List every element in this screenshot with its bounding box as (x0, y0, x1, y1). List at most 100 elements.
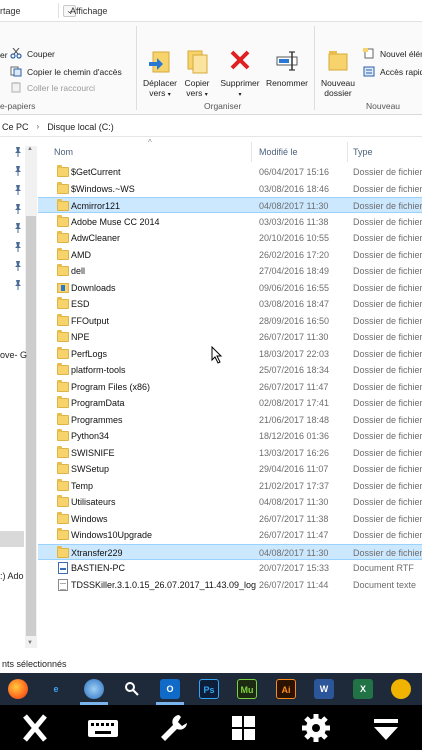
file-row[interactable]: Program Files (x86) 26/07/2017 11:47 Dossi… (38, 379, 422, 395)
file-type: Dossier de fichiers (353, 299, 422, 309)
windows-logo-icon[interactable] (225, 712, 261, 744)
nav-item-truncated-a[interactable]: ove- G (0, 350, 27, 360)
minimize-down-icon[interactable] (368, 712, 404, 744)
keyboard-icon[interactable] (85, 712, 121, 744)
file-name: SWSetup (71, 464, 110, 474)
column-name[interactable]: Nom (54, 147, 73, 157)
rtf-document-icon (58, 562, 68, 574)
muse-icon[interactable]: Mu (237, 679, 257, 699)
paste-shortcut-button[interactable]: Coller le raccourci (10, 82, 95, 93)
scroll-down-arrow-icon[interactable]: ▼ (27, 640, 33, 646)
warning-app-icon[interactable] (391, 679, 411, 699)
file-type: Dossier de fichiers (353, 381, 422, 392)
breadcrumb-chevron-icon[interactable]: › (37, 122, 40, 131)
breadcrumb-this-pc[interactable]: Ce PC (2, 122, 29, 132)
file-modified-date: 26/02/2016 17:20 (259, 249, 330, 260)
nav-item-truncated-b[interactable]: :) Ado (0, 571, 24, 581)
file-row[interactable]: $Windows.~WS 03/08/2016 18:46 Dossier de f… (38, 181, 422, 197)
file-row[interactable]: Adobe Muse CC 2014 03/03/2016 11:38 Dossie… (38, 214, 422, 230)
pin-icon[interactable] (14, 242, 22, 252)
magnifier-icon[interactable] (122, 679, 142, 699)
delete-x-icon (227, 48, 253, 74)
file-row[interactable]: $GetCurrent 06/04/2017 15:16 Dossier de fi… (38, 164, 422, 180)
globe-app-icon[interactable] (84, 679, 104, 699)
folder-icon (57, 462, 69, 474)
pin-icon[interactable] (14, 204, 22, 214)
column-divider[interactable] (251, 142, 252, 162)
file-row[interactable]: Python34 18/12/2016 01:36 Dossier de fichi… (38, 428, 422, 444)
delete-button[interactable]: Supprimer ▾ (218, 48, 262, 100)
pin-icon[interactable] (14, 261, 22, 271)
new-item-button[interactable]: Nouvel élém (363, 48, 422, 59)
column-modified[interactable]: Modifié le (259, 147, 298, 157)
file-row[interactable]: Downloads 09/06/2016 16:55 Dossier de fich… (38, 280, 422, 296)
file-row[interactable]: Programmes 21/06/2017 18:48 Dossier de fic… (38, 412, 422, 428)
easy-access-button[interactable]: Accès rapid (363, 66, 422, 77)
file-row[interactable]: TDSSKiller.3.1.0.15_26.07.2017_11.43.09_… (38, 577, 422, 593)
address-bar[interactable]: Ce PC › Disque local (C:) (0, 117, 422, 137)
file-row[interactable]: Windows10Upgrade 26/07/2017 11:47 Dossier … (38, 527, 422, 543)
file-modified-date: 03/08/2016 18:46 (259, 183, 330, 194)
file-row[interactable]: dell 27/04/2016 18:49 Dossier de fichiers (38, 263, 422, 279)
cut-button[interactable]: Couper (10, 47, 55, 59)
tab-view[interactable]: Affichage (70, 6, 107, 16)
outlook-icon[interactable]: O (160, 679, 180, 699)
breadcrumb-drive[interactable]: Disque local (C:) (47, 122, 114, 132)
file-row[interactable]: ProgramData 02/08/2017 17:41 Dossier de fi… (38, 395, 422, 411)
excel-icon[interactable]: X (353, 679, 373, 699)
wrench-icon[interactable] (155, 712, 191, 744)
text-document-icon (58, 578, 68, 591)
file-type: Dossier de fichiers (353, 547, 422, 558)
copy-path-button[interactable]: Copier le chemin d'accès (10, 66, 122, 77)
firefox-icon[interactable] (8, 679, 28, 699)
photoshop-icon[interactable]: Ps (199, 679, 219, 699)
file-row[interactable]: AdwCleaner 20/10/2016 10:55 Dossier de fic… (38, 230, 422, 246)
folder-icon (57, 412, 69, 425)
file-row[interactable]: Xtransfer229 04/08/2017 11:30 Dossier de f… (38, 543, 422, 560)
gear-icon[interactable] (298, 712, 334, 744)
close-icon[interactable] (17, 712, 53, 744)
move-to-label-2: vers (149, 88, 166, 98)
dropdown-caret-icon: ▾ (238, 92, 242, 98)
column-type[interactable]: Type (353, 147, 373, 157)
pin-icon[interactable] (14, 223, 22, 233)
file-name: Utilisateurs (71, 497, 116, 507)
file-row[interactable]: Temp 21/02/2017 17:37 Dossier de fichiers (38, 478, 422, 494)
file-row[interactable]: FFOutput 28/09/2016 16:50 Dossier de fichi… (38, 313, 422, 329)
file-row[interactable]: Windows 26/07/2017 11:38 Dossier de fichie… (38, 511, 422, 527)
pin-icon[interactable] (14, 280, 22, 290)
file-modified-date: 20/07/2017 15:33 (259, 563, 330, 573)
file-name: Temp (71, 480, 94, 491)
rename-button[interactable]: Renommer (265, 48, 309, 88)
navigation-pane: ▲ ▼ ove- G :) Ado (0, 138, 38, 658)
column-divider[interactable] (347, 142, 348, 162)
new-folder-button[interactable]: Nouveau dossier (316, 48, 360, 98)
file-row[interactable]: platform-tools 25/07/2016 18:34 Dossier de… (38, 362, 422, 378)
column-header: ^ Nom Modifié le Type (38, 138, 422, 164)
file-row[interactable]: SWSetup 29/04/2016 11:07 Dossier de fichie… (38, 461, 422, 477)
file-row[interactable]: AMD 26/02/2016 17:20 Dossier de fichiers (38, 247, 422, 263)
file-row[interactable]: ESD 03/08/2016 18:47 Dossier de fichiers (38, 296, 422, 312)
file-row[interactable]: SWISNIFE 13/03/2017 16:26 Dossier de fichi… (38, 445, 422, 461)
scroll-up-arrow-icon[interactable]: ▲ (27, 146, 33, 152)
illustrator-icon[interactable]: Ai (276, 679, 296, 699)
tab-share[interactable]: rtage (0, 6, 21, 16)
file-row[interactable]: BASTIEN-PC 20/07/2017 15:33 Document RTF (38, 560, 422, 576)
nav-scrollbar-thumb[interactable] (26, 216, 36, 636)
file-row[interactable]: Acmirror121 04/08/2017 11:30 Dossier de fi… (38, 197, 422, 213)
copy-to-button[interactable]: Copier vers ▾ (175, 48, 219, 100)
nav-selected-item[interactable] (0, 531, 24, 547)
ribbon-tab-strip: rtage ⌄ Affichage (0, 0, 422, 22)
file-row[interactable]: Utilisateurs 04/08/2017 11:30 Dossier de f… (38, 494, 422, 510)
internet-explorer-icon[interactable]: e (46, 679, 66, 699)
file-type: Dossier de fichiers (353, 249, 422, 260)
word-icon[interactable]: W (314, 679, 334, 699)
pin-icon[interactable] (14, 166, 22, 176)
file-row[interactable]: PerfLogs 18/03/2017 22:03 Dossier de fichi… (38, 346, 422, 362)
pin-icon[interactable] (14, 185, 22, 195)
tablet-control-bar (0, 705, 422, 750)
file-row[interactable]: NPE 26/07/2017 11:30 Dossier de fichiers (38, 329, 422, 345)
pin-icon[interactable] (14, 147, 22, 157)
file-modified-date: 26/07/2017 11:38 (259, 513, 329, 524)
paste-button-fragment[interactable]: er (0, 50, 8, 60)
